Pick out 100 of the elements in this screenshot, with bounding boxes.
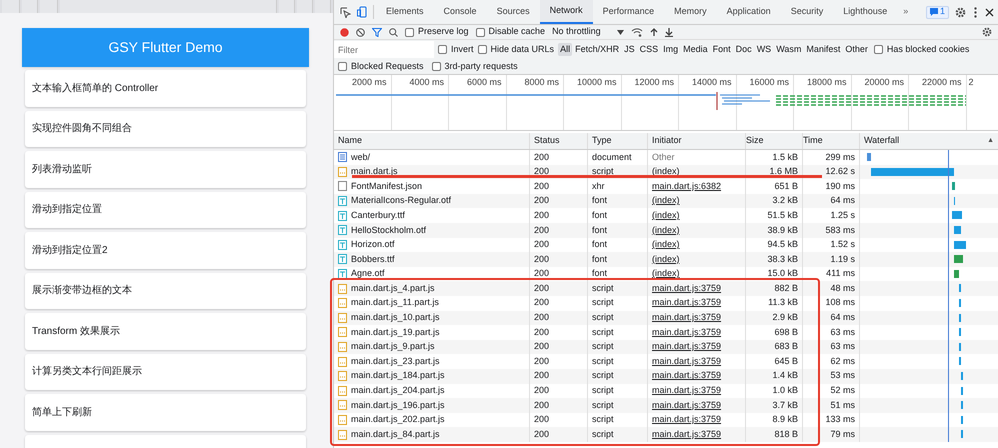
size-cell-text: 1.0 kB — [772, 384, 798, 398]
type-filter[interactable]: Wasm — [774, 42, 804, 56]
devtools-tab[interactable]: Lighthouse — [833, 0, 898, 24]
column-header[interactable]: Size — [746, 133, 803, 149]
request-row[interactable]: Horizon.otf 200 font (index) 94.5 kB 1.52 s — [334, 238, 998, 252]
column-header[interactable]: Name — [334, 133, 530, 149]
initiator-link[interactable]: main.dart.js:3759 — [652, 311, 722, 325]
list-item-card[interactable]: 计算另类文本行间距展示 — [25, 354, 306, 390]
more-tabs-button[interactable]: » — [897, 5, 914, 19]
type-filter[interactable]: Fetch/XHR — [573, 42, 622, 56]
type-filter[interactable]: Font — [710, 42, 733, 56]
column-header[interactable]: Status — [530, 133, 588, 149]
type-filter[interactable]: JS — [622, 42, 637, 56]
type-filter[interactable]: All — [558, 42, 572, 56]
column-header[interactable]: Type — [588, 133, 648, 149]
settings-icon[interactable] — [982, 27, 992, 37]
type-filter[interactable]: Media — [681, 42, 710, 56]
checkbox[interactable]: Preserve log — [405, 25, 469, 39]
column-header[interactable]: Waterfall — [860, 134, 988, 148]
issues-badge[interactable]: 1 — [926, 6, 949, 18]
type-filter[interactable]: Manifest — [804, 42, 842, 56]
time-cell-text: 62 ms — [830, 354, 855, 368]
initiator-link[interactable]: (index) — [652, 165, 680, 179]
time-cell-text: 63 ms — [830, 326, 855, 339]
devtools-tab[interactable]: Sources — [486, 0, 540, 24]
initiator-link[interactable]: main.dart.js:3759 — [652, 413, 722, 427]
devtools-tab[interactable]: Memory — [664, 0, 717, 24]
list-item-card[interactable]: 滑动到指定位置2 — [25, 232, 306, 268]
checkbox[interactable]: Invert — [438, 42, 474, 56]
initiator-link[interactable]: main.dart.js:3759 — [652, 428, 722, 442]
clear-icon[interactable] — [356, 28, 365, 36]
initiator-link[interactable]: main.dart.js:3759 — [652, 354, 722, 368]
device-icon[interactable] — [357, 6, 367, 18]
filter-field[interactable]: Filter — [334, 41, 434, 58]
type-filter[interactable]: Img — [661, 42, 680, 56]
request-row[interactable]: main.dart.js_9.part.js 200 script main.dart.js:3759 683 B 63 ms — [334, 340, 998, 354]
checkbox[interactable]: 3rd-party requests — [432, 60, 518, 74]
request-row[interactable]: MaterialIcons-Regular.otf 200 font (index) 3.2 kB 64 ms — [334, 194, 998, 208]
request-row[interactable]: main.dart.js_202.part.js 200 script main.dart.js:3759 8.9 kB 133 ms — [334, 412, 998, 428]
initiator-link[interactable]: main.dart.js:3759 — [652, 326, 722, 340]
initiator-link[interactable]: main.dart.js:3759 — [652, 296, 722, 310]
filter-icon[interactable] — [372, 28, 382, 36]
type-filter[interactable]: Doc — [734, 42, 754, 56]
initiator-link[interactable]: main.dart.js:3759 — [652, 398, 722, 412]
list-item-card[interactable]: 列表滑动监听 — [25, 151, 306, 188]
request-row[interactable]: main.dart.js_196.part.js 200 script main.dart.js:3759 3.7 kB 51 ms — [334, 398, 998, 413]
list-item-card[interactable]: Transform 效果展示 — [25, 313, 306, 350]
request-row[interactable]: main.dart.js_10.part.js 200 script main.dart.js:3759 2.9 kB 64 ms — [334, 310, 998, 326]
initiator-link[interactable]: (index) — [652, 194, 680, 208]
devtools-tab[interactable]: Application — [716, 0, 781, 24]
type-filter[interactable]: WS — [754, 42, 774, 56]
initiator-link[interactable]: main.dart.js:3759 — [652, 369, 722, 383]
request-row[interactable]: main.dart.js_4.part.js 200 script main.dart.js:3759 882 B 48 ms — [334, 281, 998, 296]
download-icon[interactable] — [664, 28, 673, 36]
devtools-tab[interactable]: Elements — [376, 0, 434, 24]
type-cell-text: script — [592, 369, 614, 382]
initiator-link[interactable]: main.dart.js:3759 — [652, 282, 722, 296]
more-options-icon[interactable] — [974, 6, 977, 18]
request-row[interactable]: main.dart.js_84.part.js 200 script main.dart.js:3759 818 B 79 ms — [334, 427, 998, 442]
list-item-card[interactable]: 展示渐变带边框的文本 — [25, 272, 306, 309]
devtools-tab[interactable]: Network — [540, 0, 593, 24]
list-item-card[interactable]: 滑动到指定位置 — [25, 192, 306, 228]
devtools-tab[interactable]: Console — [434, 0, 487, 24]
request-row[interactable]: main.dart.js_184.part.js 200 script main.dart.js:3759 1.4 kB 53 ms — [334, 368, 998, 384]
wifi-settings-icon[interactable] — [630, 28, 643, 36]
devtools-tab[interactable]: Security — [780, 0, 834, 24]
checkbox[interactable]: Has blocked cookies — [874, 42, 970, 56]
column-header[interactable]: Initiator — [648, 133, 746, 149]
list-item-card[interactable]: 实现控件圆角不同组合 — [25, 110, 306, 147]
request-row[interactable]: Bobbers.ttf 200 font (index) 38.3 kB 1.19 s — [334, 252, 998, 267]
search-icon[interactable] — [389, 28, 398, 36]
checkbox[interactable]: Hide data URLs — [478, 42, 554, 56]
size-cell-text: 38.3 kB — [767, 252, 798, 266]
request-row[interactable]: main.dart.js_204.part.js 200 script main.dart.js:3759 1.0 kB 52 ms — [334, 384, 998, 398]
type-filter[interactable]: CSS — [638, 42, 660, 56]
list-item-card[interactable]: 简单上下刷新 — [25, 394, 306, 430]
upload-icon[interactable] — [650, 28, 658, 36]
close-icon[interactable] — [985, 8, 994, 16]
record-icon[interactable] — [340, 28, 349, 36]
initiator-link[interactable]: main.dart.js:6382 — [652, 180, 722, 194]
initiator-link[interactable]: (index) — [652, 224, 680, 238]
size-cell-text: 698 B — [774, 326, 798, 339]
devtools-tab[interactable]: Performance — [592, 0, 664, 24]
initiator-link[interactable]: (index) — [652, 208, 680, 222]
initiator-link[interactable]: main.dart.js:3759 — [652, 384, 722, 398]
column-header[interactable]: Time — [803, 133, 860, 149]
size-cell-text: 683 B — [774, 340, 798, 354]
checkbox[interactable]: Disable cache — [476, 25, 546, 39]
request-row[interactable]: HelloStockholm.otf 200 font (index) 38.9 kB 583 ms — [334, 222, 998, 238]
initiator-link[interactable]: (index) — [652, 238, 680, 252]
initiator-link[interactable]: main.dart.js:3759 — [652, 340, 722, 354]
type-filter[interactable]: Other — [843, 42, 870, 56]
checkbox[interactable]: Blocked Requests — [338, 60, 424, 74]
overview-tick-label: 2 — [968, 77, 974, 87]
throttling-dropdown[interactable]: No throttling — [552, 25, 624, 39]
initiator-link[interactable]: (index) — [652, 267, 680, 281]
list-item-card[interactable]: 文本输入框简单的 Controller — [25, 70, 306, 106]
settings-icon[interactable] — [955, 6, 966, 18]
initiator-link[interactable]: (index) — [652, 252, 680, 266]
inspect-icon[interactable] — [340, 6, 351, 18]
